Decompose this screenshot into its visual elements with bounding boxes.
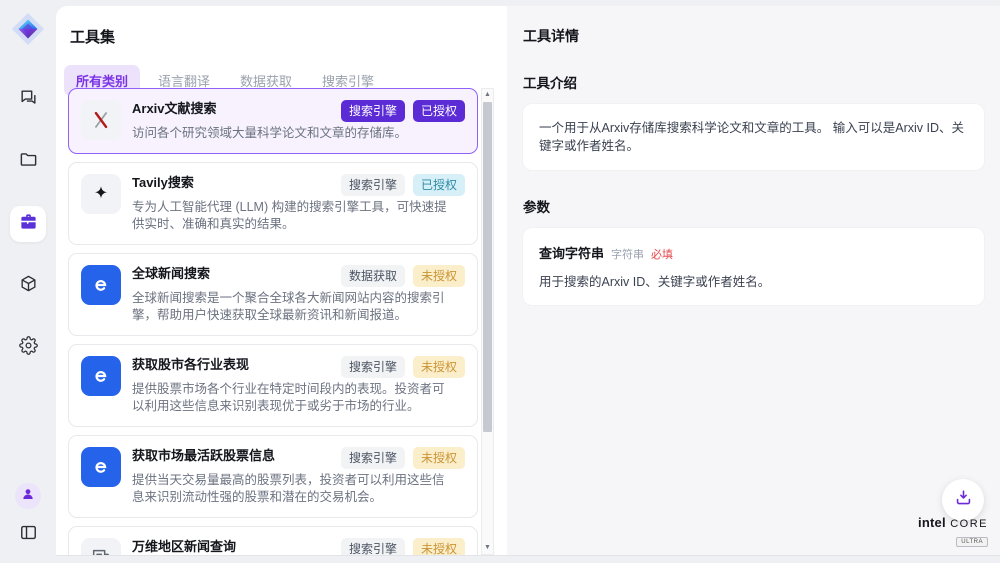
- tool-description: 专为人工智能代理 (LLM) 构建的搜索引擎工具，可快速提供实时、准确和真实的结…: [132, 199, 450, 233]
- tool-description: 提供当天交易量最高的股票列表，投资者可以利用这些信息来识别流动性强的股票和潜在的…: [132, 472, 450, 506]
- tool-detail-panel: 工具详情 工具介绍 一个用于从Arxiv存储库搜索科学论文和文章的工具。 输入可…: [507, 6, 1000, 555]
- intel-core-logo: intel CORE ULTRA: [918, 515, 988, 547]
- juhe-e-icon: [81, 447, 121, 487]
- sidebar-item-tools[interactable]: [10, 206, 46, 242]
- juhe-e-icon: [81, 265, 121, 305]
- tool-name: 获取股市各行业表现: [132, 356, 249, 374]
- tool-card-sector-performance[interactable]: 获取股市各行业表现 搜索引擎 未授权 提供股票市场各个行业在特定时间段内的表现。…: [68, 344, 478, 427]
- scroll-up-arrow-icon[interactable]: ▲: [482, 89, 493, 101]
- tool-list: Arxiv文献搜索 搜索引擎 已授权 访问各个研究领域大量科学论文和文章的存储库…: [68, 88, 478, 555]
- intro-card: 一个用于从Arxiv存储库搜索科学论文和文章的工具。 输入可以是Arxiv ID…: [523, 104, 984, 170]
- chat-icon: [19, 88, 38, 112]
- list-scrollbar[interactable]: ▲ ▼: [481, 88, 494, 555]
- scrollbar-thumb[interactable]: [483, 102, 492, 432]
- category-badge: 搜索引擎: [341, 538, 405, 555]
- brand-core-text: CORE: [950, 518, 988, 530]
- param-card: 查询字符串 字符串 必填 用于搜索的Arxiv ID、关键字或作者姓名。: [523, 228, 984, 305]
- category-badge: 搜索引擎: [341, 100, 405, 122]
- newspaper-icon: [81, 538, 121, 555]
- gem-logo-icon: [11, 12, 45, 46]
- tool-card-arxiv[interactable]: Arxiv文献搜索 搜索引擎 已授权 访问各个研究领域大量科学论文和文章的存储库…: [68, 88, 478, 154]
- tool-name: 获取市场最活跃股票信息: [132, 447, 275, 465]
- arxiv-x-icon: [81, 100, 121, 140]
- icon-sidebar: [0, 0, 56, 563]
- cube-icon: [19, 274, 38, 298]
- toolbox-icon: [19, 212, 38, 236]
- tool-card-global-news[interactable]: 全球新闻搜索 数据获取 未授权 全球新闻搜索是一个聚合全球各大新闻网站内容的搜索…: [68, 253, 478, 336]
- tool-card-active-stocks[interactable]: 获取市场最活跃股票信息 搜索引擎 未授权 提供当天交易量最高的股票列表，投资者可…: [68, 435, 478, 518]
- sidebar-item-packages[interactable]: [10, 268, 46, 304]
- juhe-e-icon: [81, 356, 121, 396]
- tool-name: 全球新闻搜索: [132, 265, 210, 283]
- auth-status-badge: 未授权: [413, 447, 465, 469]
- param-type: 字符串: [611, 246, 644, 262]
- brand-ultra-badge: ULTRA: [956, 537, 988, 547]
- category-badge: 搜索引擎: [341, 356, 405, 378]
- scroll-down-arrow-icon[interactable]: ▼: [482, 542, 493, 554]
- intro-heading: 工具介绍: [523, 72, 984, 92]
- tool-card-regional-news[interactable]: 万维地区新闻查询 搜索引擎 未授权 查询具体行政区划内的新闻，快速了解各地新闻动: [68, 526, 478, 555]
- auth-status-badge: 已授权: [413, 100, 465, 122]
- tool-card-tavily[interactable]: Tavily搜索 搜索引擎 已授权 专为人工智能代理 (LLM) 构建的搜索引擎…: [68, 162, 478, 245]
- tool-description: 全球新闻搜索是一个聚合全球各大新闻网站内容的搜索引擎，帮助用户快速获取全球最新资…: [132, 290, 450, 324]
- tool-name: 万维地区新闻查询: [132, 538, 236, 555]
- category-badge: 数据获取: [341, 265, 405, 287]
- sidebar-item-settings[interactable]: [10, 330, 46, 366]
- gear-icon: [19, 336, 38, 360]
- tool-name: Tavily搜索: [132, 174, 194, 192]
- page-title: 工具集: [70, 26, 507, 47]
- auth-status-badge: 已授权: [413, 174, 465, 196]
- tool-description: 访问各个研究领域大量科学论文和文章的存储库。: [132, 125, 450, 142]
- tool-name: Arxiv文献搜索: [132, 100, 217, 118]
- brand-intel-text: intel: [918, 515, 946, 530]
- category-badge: 搜索引擎: [341, 447, 405, 469]
- param-description: 用于搜索的Arxiv ID、关键字或作者姓名。: [539, 271, 968, 290]
- collapse-sidebar-button[interactable]: [14, 521, 42, 549]
- sidebar-item-chat[interactable]: [10, 82, 46, 118]
- detail-title: 工具详情: [523, 26, 984, 46]
- auth-status-badge: 未授权: [413, 538, 465, 555]
- tavily-star-icon: [81, 174, 121, 214]
- folder-icon: [19, 150, 38, 174]
- user-avatar-icon: [20, 486, 36, 507]
- tool-description: 提供股票市场各个行业在特定时间段内的表现。投资者可以利用这些信息来识别表现优于或…: [132, 381, 450, 415]
- user-avatar[interactable]: [15, 483, 41, 509]
- auth-status-badge: 未授权: [413, 265, 465, 287]
- intro-text: 一个用于从Arxiv存储库搜索科学论文和文章的工具。 输入可以是Arxiv ID…: [539, 119, 968, 155]
- download-icon: [954, 488, 973, 512]
- param-required-badge: 必填: [651, 246, 673, 262]
- auth-status-badge: 未授权: [413, 356, 465, 378]
- param-name: 查询字符串: [539, 243, 604, 262]
- sidebar-item-files[interactable]: [10, 144, 46, 180]
- main-content: 工具集 所有类别 语言翻译 数据获取 搜索引擎 Arxiv文献搜索: [56, 6, 1000, 556]
- category-badge: 搜索引擎: [341, 174, 405, 196]
- collapse-panel-icon: [19, 523, 38, 547]
- tool-list-panel: 工具集 所有类别 语言翻译 数据获取 搜索引擎 Arxiv文献搜索: [56, 6, 507, 555]
- params-heading: 参数: [523, 196, 984, 216]
